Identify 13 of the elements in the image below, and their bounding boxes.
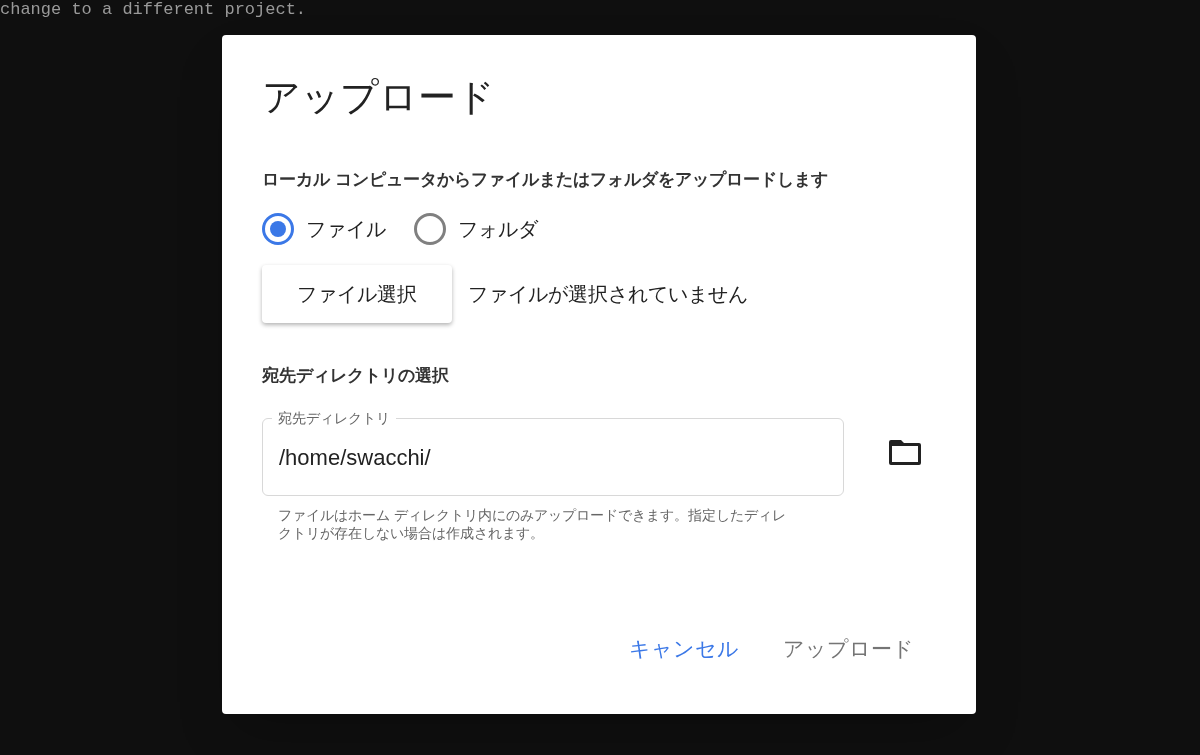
dialog-title: アップロード [262, 75, 495, 120]
helper-text: ファイルはホーム ディレクトリ内にのみアップロードできます。指定したディレクトリが存在しない場合は作成されます。 [278, 506, 787, 542]
radio-button[interactable] [262, 212, 294, 245]
choose-file-button[interactable]: ファイル選択 [262, 264, 452, 323]
radio-button[interactable] [414, 212, 446, 245]
terminal-text: change to a different project. [0, 0, 307, 20]
dialog-action-button[interactable]: キャンセル [629, 632, 739, 664]
radio-label[interactable]: ファイル [306, 213, 386, 244]
folder-icon[interactable] [888, 437, 922, 466]
section-heading: 宛先ディレクトリの選択 [262, 364, 449, 387]
file-status-text: ファイルが選択されていません [468, 281, 748, 307]
description: ローカル コンピュータからファイルまたはフォルダをアップロードします [262, 169, 828, 191]
radio-label[interactable]: フォルダ [458, 213, 538, 244]
